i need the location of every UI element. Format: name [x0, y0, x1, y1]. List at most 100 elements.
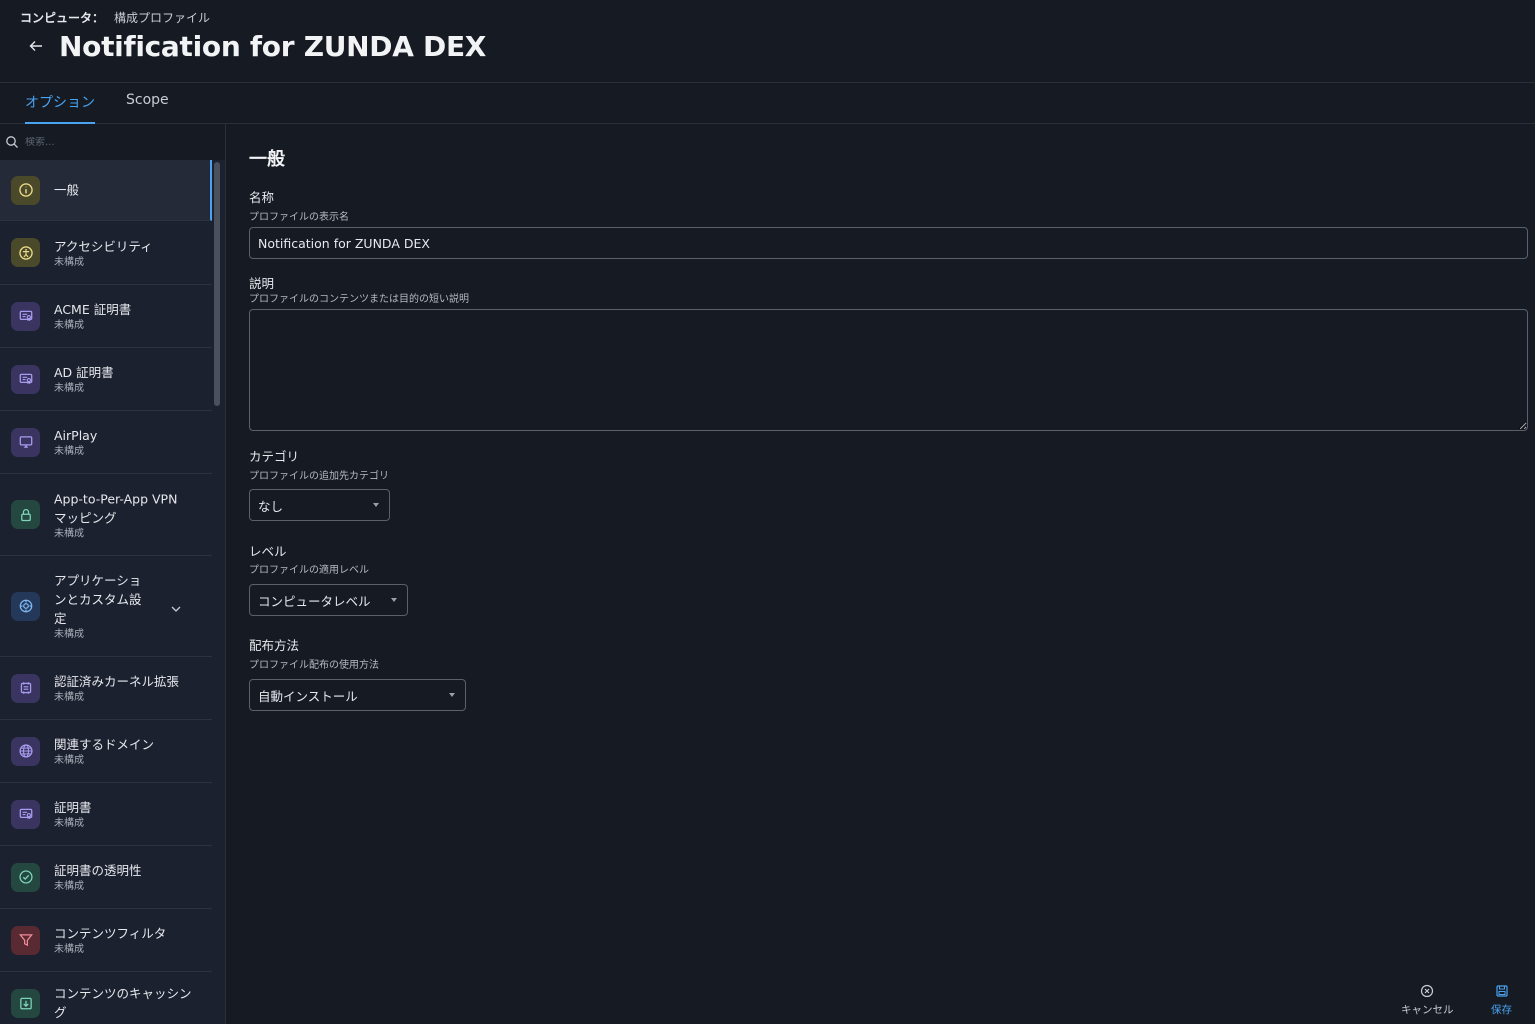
sidebar-item-label: 一般	[54, 182, 80, 198]
sidebar-item-status: 未構成	[54, 944, 84, 955]
sidebar-item[interactable]: 証明書の透明性 未構成	[0, 846, 212, 909]
distribution-value: 自動インストール	[258, 688, 358, 704]
sidebar-item-label: コンテンツのキャッシング	[54, 986, 192, 1020]
sidebar-item-text: アプリケーションとカスタム設定 未構成	[54, 571, 152, 641]
sidebar-item-status: 未構成	[54, 320, 84, 331]
sidebar-item-text: 証明書の透明性 未構成	[54, 861, 192, 893]
search-icon	[6, 136, 18, 148]
lock-icon	[11, 500, 40, 529]
name-label: 名称	[249, 190, 275, 205]
sidebar-item-text: アクセシビリティ未構成	[54, 237, 192, 269]
sidebar-item[interactable]: コンテンツのキャッシング	[0, 972, 212, 1024]
description-textarea[interactable]	[249, 309, 1528, 431]
distribution-select[interactable]: 自動インストール	[249, 679, 466, 711]
sidebar-item[interactable]: 認証済みカーネル拡張未構成	[0, 657, 212, 720]
options-sidebar: 一般アクセシビリティ未構成ACME 証明書未構成AD 証明書未構成AirPlay…	[0, 124, 226, 1024]
sidebar-item-status: 未構成	[54, 692, 84, 703]
sidebar-item-status: 未構成	[54, 881, 84, 892]
sidebar-item-text: コンテンツのキャッシング	[54, 984, 192, 1022]
sidebar-list: 一般 アクセシビリティ 未構成 ACME 証明書 未構成 AD 証明書 未構成 AirPlay…	[0, 160, 212, 1024]
tab-bar: オプション Scope	[0, 83, 1535, 124]
sidebar-item-status: 未構成	[54, 528, 84, 539]
breadcrumb-root[interactable]: コンピュータ：	[20, 9, 104, 26]
distribution-help: プロファイル配布の使用方法	[249, 660, 379, 671]
sidebar-item-text: ACME 証明書未構成	[54, 300, 192, 332]
accessibility-icon	[11, 238, 40, 267]
search-input[interactable]	[25, 136, 205, 148]
sidebar-item-text: AD 証明書未構成	[54, 363, 192, 395]
sidebar-item-status: 未構成	[54, 755, 84, 766]
name-help: プロファイルの表示名	[249, 212, 349, 223]
level-help: プロファイルの適用レベル	[249, 565, 369, 576]
sidebar-item-status: 未構成	[54, 818, 84, 829]
sidebar-item-label: AD 証明書	[54, 365, 114, 380]
sidebar-item-text: コンテンツフィルタ未構成	[54, 924, 192, 956]
sidebar-item[interactable]: 関連するドメイン未構成	[0, 720, 212, 783]
page-title: Notification for ZUNDA DEX	[59, 30, 487, 63]
sidebar-item-status: 未構成	[54, 383, 84, 394]
caret-down-icon	[449, 693, 455, 697]
gear-icon	[11, 591, 40, 621]
sidebar-item-text: 一般	[54, 181, 190, 200]
sidebar-item-text: 認証済みカーネル拡張未構成	[54, 672, 192, 704]
caret-down-icon	[373, 503, 379, 507]
sidebar-scrollbar[interactable]	[214, 162, 220, 406]
sidebar-item[interactable]: AD 証明書未構成	[0, 348, 212, 411]
sidebar-item-label: AirPlay	[54, 428, 98, 443]
sidebar-item[interactable]: 証明書 未構成	[0, 783, 212, 846]
sidebar-item-label: 証明書	[54, 800, 92, 815]
sidebar-item[interactable]: アプリケーションとカスタム設定 未構成	[0, 556, 212, 657]
sidebar-item[interactable]: AirPlay 未構成	[0, 411, 212, 474]
sidebar-item[interactable]: アクセシビリティ未構成	[0, 221, 212, 285]
check-circle-icon	[11, 862, 40, 892]
airplay-icon	[11, 427, 40, 457]
cancel-button[interactable]: キャンセル	[1401, 984, 1454, 1017]
filter-icon	[11, 925, 40, 955]
breadcrumb: コンピュータ： 構成プロファイル	[20, 9, 210, 26]
sidebar-item-label: App-to-Per-App VPN マッピング	[54, 491, 178, 525]
level-select[interactable]: コンピュータレベル	[249, 584, 408, 616]
sidebar-item-status: 未構成	[54, 629, 84, 640]
distribution-label: 配布方法	[249, 638, 300, 653]
section-title: 一般	[249, 149, 285, 170]
sidebar-item-text: AirPlay 未構成	[54, 426, 192, 458]
sidebar-item[interactable]: App-to-Per-App VPN マッピング未構成	[0, 474, 212, 556]
certificate-icon	[11, 799, 40, 829]
breadcrumb-current[interactable]: 構成プロファイル	[114, 9, 210, 26]
save-disk-icon	[1495, 985, 1508, 997]
sidebar-item-label: アクセシビリティ	[54, 238, 153, 254]
sidebar-item-label: 関連するドメイン	[54, 737, 155, 752]
sidebar-item-status: 未構成	[54, 256, 84, 268]
sidebar-search	[0, 124, 225, 160]
category-value: なし	[258, 498, 284, 514]
tab-scope[interactable]: Scope	[126, 92, 169, 124]
chevron-down-icon[interactable]	[170, 600, 182, 612]
save-button[interactable]: 保存	[1491, 984, 1512, 1017]
info-icon	[11, 175, 40, 205]
tab-options[interactable]: オプション	[25, 92, 95, 124]
sidebar-item-label: 認証済みカーネル拡張	[54, 674, 180, 689]
sidebar-item-label: コンテンツフィルタ	[54, 926, 167, 941]
sidebar-item[interactable]: 一般	[0, 160, 212, 221]
level-label: レベル	[249, 544, 287, 559]
category-select[interactable]: なし	[249, 489, 390, 521]
save-label: 保存	[1491, 1004, 1512, 1016]
certificate-icon	[11, 301, 40, 331]
kernel-icon	[11, 673, 40, 703]
cache-icon	[11, 988, 40, 1018]
back-arrow-icon[interactable]	[26, 36, 46, 56]
sidebar-item[interactable]: ACME 証明書未構成	[0, 285, 212, 348]
cancel-circle-icon	[1421, 984, 1434, 998]
certificate-icon	[11, 364, 40, 394]
cancel-label: キャンセル	[1401, 1004, 1454, 1016]
sidebar-item-text: 関連するドメイン未構成	[54, 735, 192, 767]
sidebar-item-status: 未構成	[54, 446, 84, 457]
sidebar-item[interactable]: コンテンツフィルタ未構成	[0, 909, 212, 972]
name-input[interactable]	[249, 227, 1528, 259]
main-panel: 一般 名称 プロファイルの表示名 説明 プロファイルのコンテンツまたは目的の短い…	[227, 124, 1535, 1024]
sidebar-item-text: App-to-Per-App VPN マッピング未構成	[54, 489, 192, 540]
sidebar-item-text: 証明書 未構成	[54, 798, 192, 830]
sidebar-item-label: ACME 証明書	[54, 302, 132, 317]
category-help: プロファイルの追加先カテゴリ	[249, 471, 389, 482]
caret-down-icon	[391, 598, 397, 602]
